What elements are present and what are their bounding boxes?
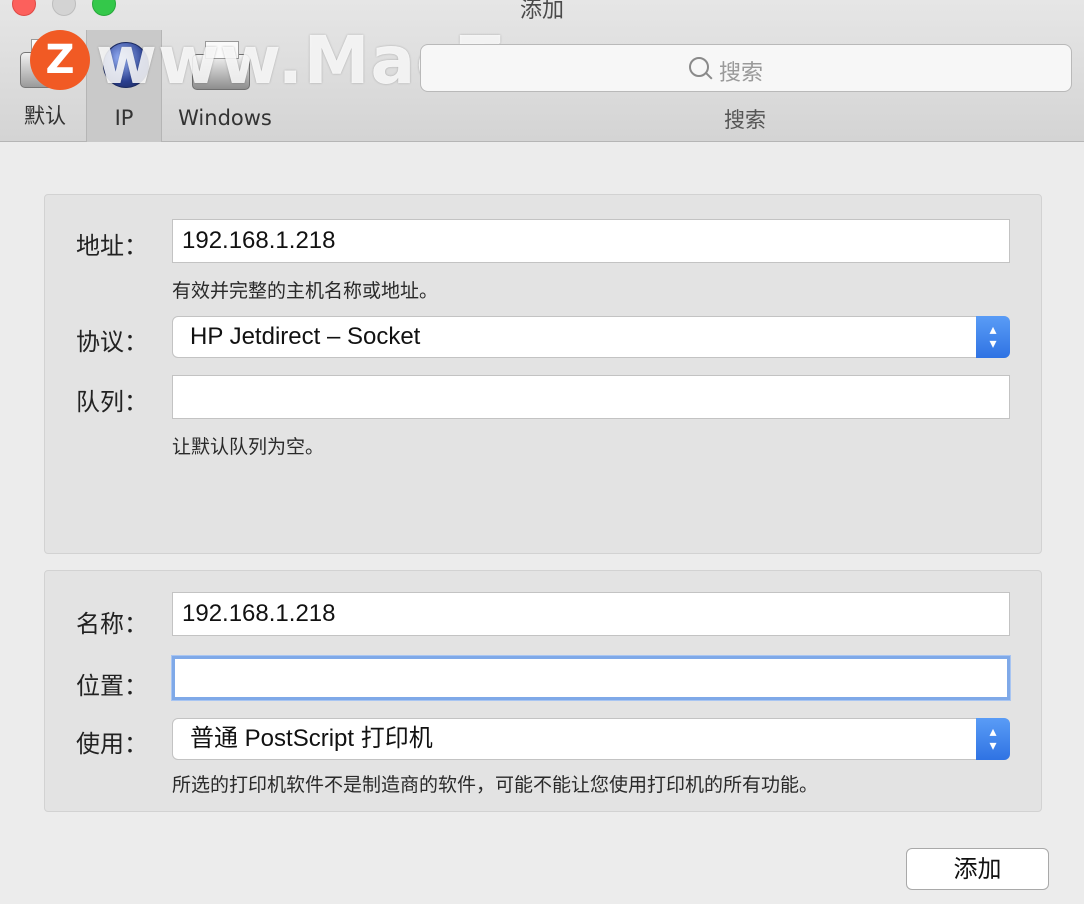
name-label: 名称： [76, 610, 148, 638]
use-label: 使用： [76, 730, 148, 758]
use-select[interactable]: 普通 PostScript 打印机 ▴ ▾ [172, 718, 1010, 760]
search-icon [689, 57, 709, 77]
address-input[interactable]: 192.168.1.218 [172, 219, 1010, 263]
address-label: 地址： [76, 232, 148, 260]
printer-icon [20, 39, 72, 88]
name-input[interactable]: 192.168.1.218 [172, 592, 1010, 636]
protocol-select[interactable]: HP Jetdirect – Socket ▴ ▾ [172, 316, 1010, 358]
search-label: 搜索 [724, 108, 766, 132]
use-value: 普通 PostScript 打印机 [190, 725, 433, 752]
window-titlebar: 添加 默认 IP Windows Z www.MacZ.com 搜索 搜索 [0, 0, 1084, 142]
toolbar-item-label: 默认 [24, 104, 66, 128]
search-placeholder: 搜索 [719, 61, 764, 86]
globe-icon [103, 42, 149, 88]
location-input[interactable] [172, 656, 1010, 700]
toolbar-item-label: Windows [178, 106, 272, 130]
chevron-updown-icon: ▴ ▾ [976, 718, 1010, 760]
protocol-value: HP Jetdirect – Socket [190, 323, 421, 350]
toolbar-item-label: IP [114, 106, 134, 130]
search-field[interactable]: 搜索 [420, 44, 1072, 92]
use-hint: 所选的打印机软件不是制造商的软件，可能不能让您使用打印机的所有功能。 [172, 774, 819, 796]
printer-icon [192, 41, 250, 90]
chevron-updown-icon: ▴ ▾ [976, 316, 1010, 358]
toolbar-item-windows[interactable]: Windows [170, 30, 280, 142]
window-title: 添加 [519, 0, 564, 23]
location-label: 位置： [76, 672, 148, 700]
toolbar-item-default[interactable]: 默认 [10, 30, 80, 142]
queue-input[interactable] [172, 375, 1010, 419]
address-hint: 有效并完整的主机名称或地址。 [172, 280, 439, 302]
protocol-label: 协议： [76, 328, 148, 356]
toolbar-item-ip[interactable]: IP [86, 30, 162, 142]
queue-hint: 让默认队列为空。 [172, 436, 325, 458]
queue-label: 队列： [76, 388, 148, 416]
add-button[interactable]: 添加 [906, 848, 1049, 890]
